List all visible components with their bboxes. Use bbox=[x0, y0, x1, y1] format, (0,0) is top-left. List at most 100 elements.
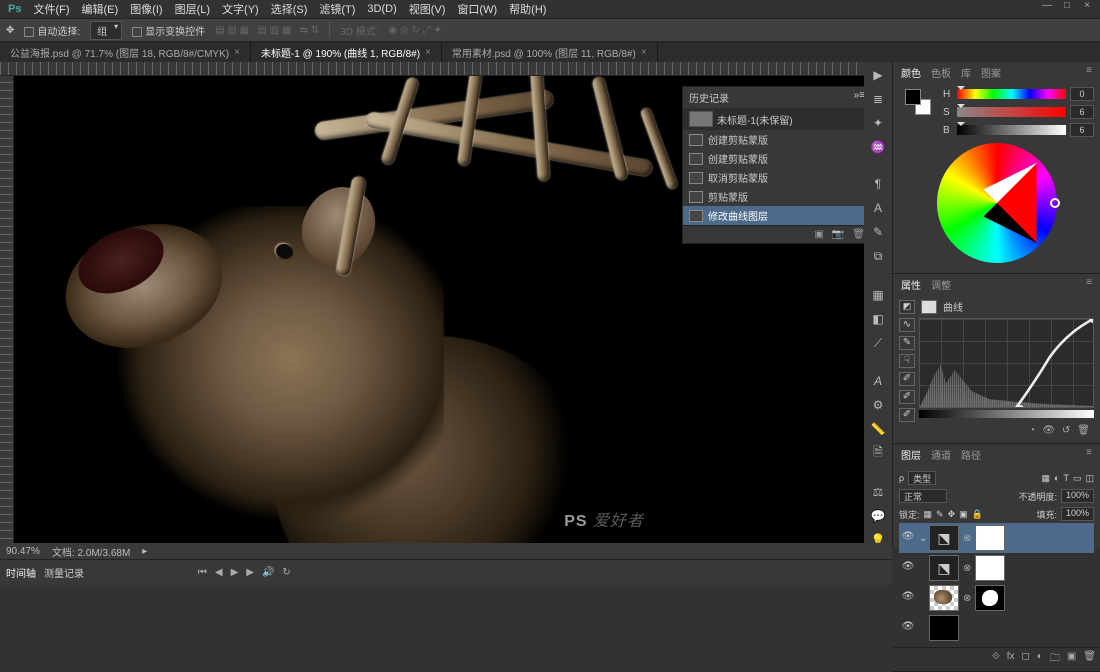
auto-select-checkbox[interactable] bbox=[24, 27, 34, 37]
tab-layers[interactable]: 图层 bbox=[901, 447, 921, 462]
audio-icon[interactable]: 🔊 bbox=[262, 567, 274, 578]
history-item[interactable]: 创建剪贴蒙版 bbox=[683, 130, 864, 149]
history-item[interactable]: 创建剪贴蒙版 bbox=[683, 149, 864, 168]
menu-3d[interactable]: 3D(D) bbox=[367, 3, 396, 15]
clip-icon[interactable]: ◔ bbox=[1029, 425, 1035, 436]
tab-channels[interactable]: 通道 bbox=[931, 447, 951, 462]
tab-swatches[interactable]: 色板 bbox=[931, 65, 951, 80]
layer-mask-thumb[interactable] bbox=[975, 585, 1005, 611]
menu-view[interactable]: 视图(V) bbox=[409, 1, 446, 17]
play-icon[interactable]: ▶ bbox=[231, 567, 239, 578]
history-item[interactable]: 剪贴蒙版 bbox=[683, 187, 864, 206]
trash-icon[interactable]: 🗑 bbox=[1083, 651, 1096, 668]
measure-icon[interactable]: 📏 bbox=[869, 422, 887, 436]
visibility-icon[interactable]: 👁 bbox=[901, 531, 915, 545]
curves-graph[interactable] bbox=[919, 318, 1094, 408]
menu-layer[interactable]: 图层(L) bbox=[175, 1, 210, 17]
layer-mask-thumb[interactable] bbox=[975, 525, 1005, 551]
layer-row[interactable]: 👁 ⬔ ⊗ bbox=[899, 553, 1094, 583]
paragraph-icon[interactable]: A bbox=[869, 201, 887, 215]
bri-value[interactable]: 6 bbox=[1070, 123, 1094, 137]
tab-timeline[interactable]: 时间轴 bbox=[6, 565, 36, 580]
panel-menu-icon[interactable]: ≡ bbox=[1086, 65, 1092, 80]
create-document-icon[interactable]: ▣ bbox=[814, 229, 823, 240]
opacity-value[interactable]: 100% bbox=[1061, 489, 1094, 503]
visibility-icon[interactable]: 👁 bbox=[901, 561, 915, 575]
filter-adjust-icon[interactable]: ◐ bbox=[1054, 473, 1059, 483]
show-transform-checkbox[interactable] bbox=[132, 27, 142, 37]
play-icon[interactable]: ▶ bbox=[869, 68, 887, 82]
swatches-icon[interactable]: ▦ bbox=[869, 288, 887, 302]
info-icon[interactable]: ♒ bbox=[869, 140, 887, 154]
lock-all-icon[interactable]: 🔒 bbox=[972, 509, 983, 520]
layer-row[interactable]: 👁 bbox=[899, 613, 1094, 643]
filter-smart-icon[interactable]: ◫ bbox=[1085, 473, 1094, 484]
snapshot-icon[interactable]: 📷 bbox=[832, 229, 844, 240]
trash-icon[interactable]: 🗑 bbox=[852, 229, 864, 240]
close-button[interactable]: × bbox=[1078, 0, 1096, 14]
document-canvas[interactable]: 历史记录»≡ 未标题-1(未保留) 创建剪贴蒙版 创建剪贴蒙版 取消剪贴蒙版 剪… bbox=[14, 76, 864, 547]
prev-frame-icon[interactable]: ◀ bbox=[215, 567, 223, 578]
tab-patterns[interactable]: 图案 bbox=[981, 65, 1001, 80]
maximize-button[interactable]: □ bbox=[1058, 0, 1076, 14]
visibility-icon[interactable]: 👁 bbox=[901, 591, 915, 605]
history-item[interactable]: 修改曲线图层 bbox=[683, 206, 864, 225]
panel-menu-icon[interactable]: »≡ bbox=[854, 90, 864, 105]
filter-pixel-icon[interactable]: ▦ bbox=[1042, 473, 1051, 484]
document-tab-3[interactable]: 常用素材.psd @ 100% (图层 11, RGB/8#)× bbox=[442, 42, 658, 62]
tab-color[interactable]: 颜色 bbox=[901, 65, 921, 80]
color-wheel[interactable] bbox=[937, 143, 1057, 263]
typekit-icon[interactable]: A bbox=[869, 374, 887, 388]
hue-value[interactable]: 0 bbox=[1070, 87, 1094, 101]
layer-row[interactable]: 👁 ⌄ ⬔ ⊗ bbox=[899, 523, 1094, 553]
actions-icon[interactable]: ≣ bbox=[869, 92, 887, 106]
close-icon[interactable]: × bbox=[641, 47, 647, 58]
trash-icon[interactable]: 🗑 bbox=[1077, 425, 1090, 436]
filter-type-icon[interactable]: T bbox=[1063, 473, 1069, 483]
first-frame-icon[interactable]: ⏮ bbox=[198, 567, 207, 578]
visibility-icon[interactable]: 👁 bbox=[901, 621, 915, 635]
minimize-button[interactable]: — bbox=[1038, 0, 1056, 14]
ruler-vertical[interactable] bbox=[0, 76, 14, 547]
finger-icon[interactable]: ☟ bbox=[899, 354, 915, 368]
close-icon[interactable]: × bbox=[234, 47, 240, 58]
layer-thumb[interactable]: ⬔ bbox=[929, 555, 959, 581]
layer-row[interactable]: 👁 ⊗ bbox=[899, 583, 1094, 613]
tab-measure-log[interactable]: 测量记录 bbox=[44, 565, 84, 580]
menu-help[interactable]: 帮助(H) bbox=[509, 1, 546, 17]
hue-slider[interactable] bbox=[957, 89, 1066, 99]
auto-icon[interactable]: ∿ bbox=[899, 318, 915, 332]
nav-icon[interactable]: ◧ bbox=[869, 312, 887, 326]
link-icon[interactable]: ⟐ bbox=[992, 651, 1000, 668]
move-tool-icon[interactable]: ✥ bbox=[6, 25, 14, 36]
scale-icon[interactable]: ⚖ bbox=[869, 485, 887, 499]
sat-value[interactable]: 6 bbox=[1070, 105, 1094, 119]
settings-icon[interactable]: ⚙ bbox=[869, 398, 887, 412]
tab-libraries[interactable]: 库 bbox=[961, 65, 971, 80]
lock-artboard-icon[interactable]: ▣ bbox=[959, 509, 968, 520]
mask-icon[interactable]: ◻ bbox=[1021, 651, 1029, 668]
panel-menu-icon[interactable]: ≡ bbox=[1086, 447, 1092, 462]
layer-mask-thumb[interactable] bbox=[975, 555, 1005, 581]
sat-slider[interactable] bbox=[957, 107, 1066, 117]
eyedrop-gray-icon[interactable]: ✐ bbox=[899, 390, 915, 404]
ruler-horizontal[interactable] bbox=[0, 62, 864, 76]
fg-bg-swatch[interactable] bbox=[905, 89, 931, 115]
tab-paths[interactable]: 路径 bbox=[961, 447, 981, 462]
menu-edit[interactable]: 编辑(E) bbox=[82, 1, 119, 17]
group-icon[interactable]: 🗀 bbox=[1050, 651, 1060, 668]
eyedrop-black-icon[interactable]: ✐ bbox=[899, 372, 915, 386]
blend-mode[interactable]: 正常 bbox=[899, 489, 947, 503]
adjustment-icon[interactable]: ◐ bbox=[1037, 651, 1043, 668]
filter-shape-icon[interactable]: ▭ bbox=[1073, 473, 1082, 484]
new-layer-icon[interactable]: ▣ bbox=[1067, 651, 1076, 668]
fx-icon[interactable]: fx bbox=[1007, 651, 1015, 668]
pencil-icon[interactable]: ✎ bbox=[899, 336, 915, 350]
auto-select-target-dropdown[interactable]: 组 bbox=[90, 21, 122, 40]
layer-thumb[interactable] bbox=[929, 585, 959, 611]
character-icon[interactable]: ¶ bbox=[869, 177, 887, 191]
layer-thumb[interactable]: ⬔ bbox=[929, 525, 959, 551]
eye-icon[interactable]: 👁 bbox=[1042, 425, 1055, 436]
menu-window[interactable]: 窗口(W) bbox=[457, 1, 497, 17]
next-frame-icon[interactable]: ▶ bbox=[246, 567, 254, 578]
